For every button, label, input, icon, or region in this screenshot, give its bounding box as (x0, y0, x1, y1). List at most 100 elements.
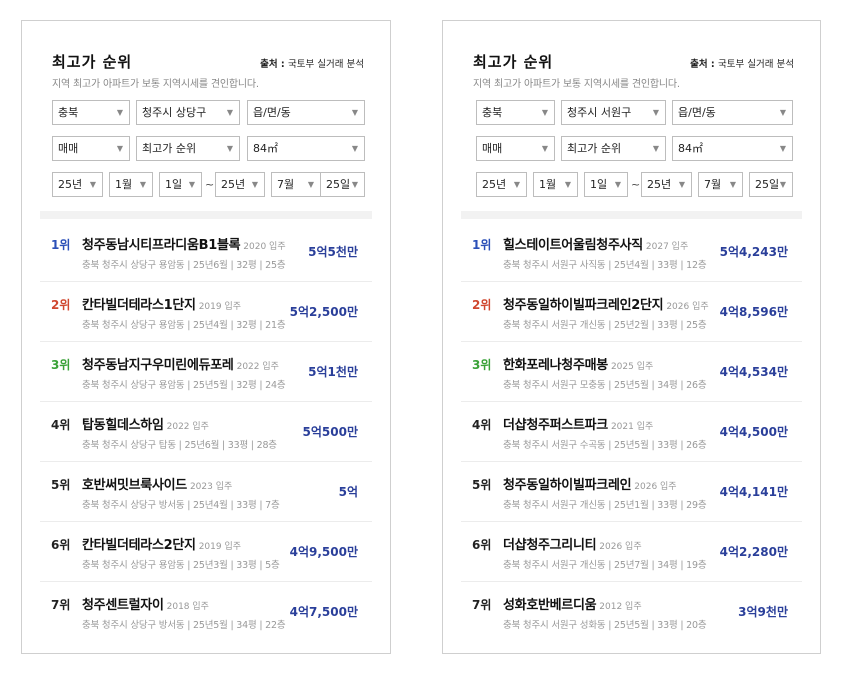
rank-label: 2위 (51, 298, 71, 312)
town-select[interactable]: 읍/면/동 ▼ (672, 100, 793, 125)
apartment-name-text: 탑동힐데스하임 (82, 418, 164, 433)
city-select[interactable]: 청주시 서원구 ▼ (561, 100, 666, 125)
to-day-value: 25일 (326, 178, 351, 191)
town-value: 읍/면/동 (253, 106, 291, 119)
deal-details: 충북 청주시 상당구 방서동 | 25년4월 | 33평 | 7층 (82, 500, 280, 511)
apartment-name: 힐스테이트어울림청주사직 2027 입주 (503, 234, 688, 253)
apartment-name-text: 청주동일하이빌파크레인 (503, 478, 632, 493)
dropdown-arrow-icon: ▼ (351, 180, 358, 189)
apartment-name-text: 청주동남지구우미린에듀포레 (82, 358, 234, 373)
deal-price: 4억4,534만 (719, 365, 788, 379)
dropdown-arrow-icon: ▼ (564, 180, 571, 189)
rank-label: 4위 (51, 418, 71, 432)
to-year-select[interactable]: 25년 ▼ (215, 172, 265, 197)
from-day-select[interactable]: 1일 ▼ (584, 172, 628, 197)
deal-price: 4억4,500만 (719, 425, 788, 439)
city-value: 청주시 상당구 (142, 106, 207, 119)
ranking-item[interactable]: 7위 청주센트럴자이 2018 입주 충북 청주시 상당구 방서동 | 25년5월… (40, 581, 372, 641)
deal-details: 충북 청주시 상당구 용암동 | 25년4월 | 32평 | 21층 (82, 320, 286, 331)
province-select[interactable]: 충북 ▼ (52, 100, 130, 125)
apartment-name: 청주동남지구우미린에듀포레 2022 입주 (82, 354, 279, 373)
panel-subtitle: 지역 최고가 아파트가 보통 지역시세를 견인합니다. (52, 79, 259, 90)
move-in-year: 2025 입주 (610, 362, 654, 372)
source-name: 국토부 실거래 분석 (288, 59, 364, 70)
apartment-name: 칸타빌더테라스2단지 2019 입주 (82, 534, 241, 553)
deal-details: 충북 청주시 서원구 개신동 | 25년7월 | 34평 | 19층 (503, 560, 707, 571)
apartment-name: 더샵청주퍼스트파크 2021 입주 (503, 414, 653, 433)
from-year-select[interactable]: 25년 ▼ (476, 172, 527, 197)
source-label: 출처 : (690, 59, 719, 70)
to-month-select[interactable]: 7월 ▼ (698, 172, 743, 197)
from-day-value: 1일 (590, 178, 608, 191)
source-name: 국토부 실거래 분석 (718, 59, 794, 70)
deal-price: 4억8,596만 (719, 305, 788, 319)
dropdown-arrow-icon: ▼ (513, 180, 520, 189)
deal-type-select[interactable]: 매매 ▼ (476, 136, 555, 161)
deal-type-select[interactable]: 매매 ▼ (52, 136, 130, 161)
source-label: 출처 : (260, 59, 289, 70)
ranking-item[interactable]: 5위 호반써밋브룩사이드 2023 입주 충북 청주시 상당구 방서동 | 25년… (40, 461, 372, 522)
from-day-select[interactable]: 1일 ▼ (159, 172, 202, 197)
area-value: 84㎡ (678, 142, 703, 155)
move-in-year: 2022 입주 (166, 422, 209, 432)
move-in-year: 2012 입주 (599, 602, 642, 612)
from-year-select[interactable]: 25년 ▼ (52, 172, 103, 197)
ranking-item[interactable]: 4위 탑동힐데스하임 2022 입주 충북 청주시 상당구 탑동 | 25년6월 … (40, 401, 372, 462)
dropdown-arrow-icon: ▼ (779, 180, 786, 189)
deal-type-value: 매매 (482, 142, 503, 155)
ranking-item[interactable]: 7위 성화호반베르디움 2012 입주 충북 청주시 서원구 성화동 | 25년5… (461, 581, 802, 641)
ranking-item[interactable]: 2위 칸타빌더테라스1단지 2019 입주 충북 청주시 상당구 용암동 | 25… (40, 281, 372, 342)
from-month-select[interactable]: 1월 ▼ (109, 172, 153, 197)
deal-price: 5억1천만 (308, 365, 358, 379)
sort-value: 최고가 순위 (142, 142, 197, 155)
rank-label: 7위 (51, 598, 71, 612)
panel-title: 최고가 순위 (473, 53, 554, 71)
province-select[interactable]: 충북 ▼ (476, 100, 555, 125)
move-in-year: 2026 입주 (666, 302, 709, 312)
apartment-name-text: 칸타빌더테라스1단지 (82, 298, 196, 313)
rank-label: 1위 (472, 238, 492, 252)
apartment-name: 호반써밋브룩사이드 2023 입주 (82, 474, 232, 493)
move-in-year: 2019 입주 (198, 302, 242, 312)
dropdown-arrow-icon: ▼ (139, 180, 146, 189)
ranking-item[interactable]: 6위 칸타빌더테라스2단지 2019 입주 충북 청주시 상당구 용암동 | 25… (40, 521, 372, 582)
area-select[interactable]: 84㎡ ▼ (672, 136, 793, 161)
to-day-select[interactable]: 25일 ▼ (749, 172, 793, 197)
apartment-name-text: 청주센트럴자이 (82, 598, 164, 613)
city-select[interactable]: 청주시 상당구 ▼ (136, 100, 240, 125)
ranking-item[interactable]: 3위 한화포레나청주매봉 2025 입주 충북 청주시 서원구 모충동 | 25년… (461, 341, 802, 402)
to-month-select[interactable]: 7월 ▼ (271, 172, 321, 197)
ranking-item[interactable]: 5위 청주동일하이빌파크레인 2026 입주 충북 청주시 서원구 개신동 | 2… (461, 461, 802, 522)
move-in-year: 2020 입주 (243, 242, 286, 252)
apartment-name-text: 청주동남시티프라디움B1블록 (82, 238, 241, 253)
deal-details: 충북 청주시 상당구 방서동 | 25년5월 | 34평 | 22층 (82, 620, 286, 631)
from-month-select[interactable]: 1월 ▼ (533, 172, 578, 197)
apartment-name: 성화호반베르디움 2012 입주 (503, 594, 642, 613)
ranking-item[interactable]: 4위 더샵청주퍼스트파크 2021 입주 충북 청주시 서원구 수곡동 | 25년… (461, 401, 802, 462)
rank-label: 6위 (51, 538, 71, 552)
dropdown-arrow-icon: ▼ (729, 180, 736, 189)
sort-select[interactable]: 최고가 순위 ▼ (561, 136, 666, 161)
town-select[interactable]: 읍/면/동 ▼ (247, 100, 365, 125)
to-year-select[interactable]: 25년 ▼ (641, 172, 692, 197)
deal-type-value: 매매 (58, 142, 79, 155)
move-in-year: 2019 입주 (198, 542, 242, 552)
deal-details: 충북 청주시 서원구 모충동 | 25년5월 | 34평 | 26층 (503, 380, 707, 391)
dropdown-arrow-icon: ▼ (226, 108, 233, 117)
town-value: 읍/면/동 (678, 106, 716, 119)
ranking-item[interactable]: 2위 청주동일하이빌파크레인2단지 2026 입주 충북 청주시 서원구 개신동 … (461, 281, 802, 342)
area-value: 84㎡ (253, 142, 278, 155)
sort-select[interactable]: 최고가 순위 ▼ (136, 136, 240, 161)
dropdown-arrow-icon: ▼ (541, 108, 548, 117)
section-divider (461, 211, 802, 219)
ranking-item[interactable]: 1위 청주동남시티프라디움B1블록 2020 입주 충북 청주시 상당구 용암동 … (40, 221, 372, 282)
to-day-select[interactable]: 25일 ▼ (320, 172, 365, 197)
ranking-item[interactable]: 3위 청주동남지구우미린에듀포레 2022 입주 충북 청주시 상당구 용암동 |… (40, 341, 372, 402)
dropdown-arrow-icon: ▼ (652, 144, 659, 153)
area-select[interactable]: 84㎡ ▼ (247, 136, 365, 161)
ranking-panel-left: 최고가 순위 출처 : 국토부 실거래 분석 지역 최고가 아파트가 보통 지역… (21, 20, 391, 654)
ranking-item[interactable]: 1위 힐스테이트어울림청주사직 2027 입주 충북 청주시 서원구 사직동 | … (461, 221, 802, 282)
ranking-item[interactable]: 6위 더샵청주그리니티 2026 입주 충북 청주시 서원구 개신동 | 25년7… (461, 521, 802, 582)
dropdown-arrow-icon: ▼ (779, 144, 786, 153)
apartment-name-text: 칸타빌더테라스2단지 (82, 538, 196, 553)
